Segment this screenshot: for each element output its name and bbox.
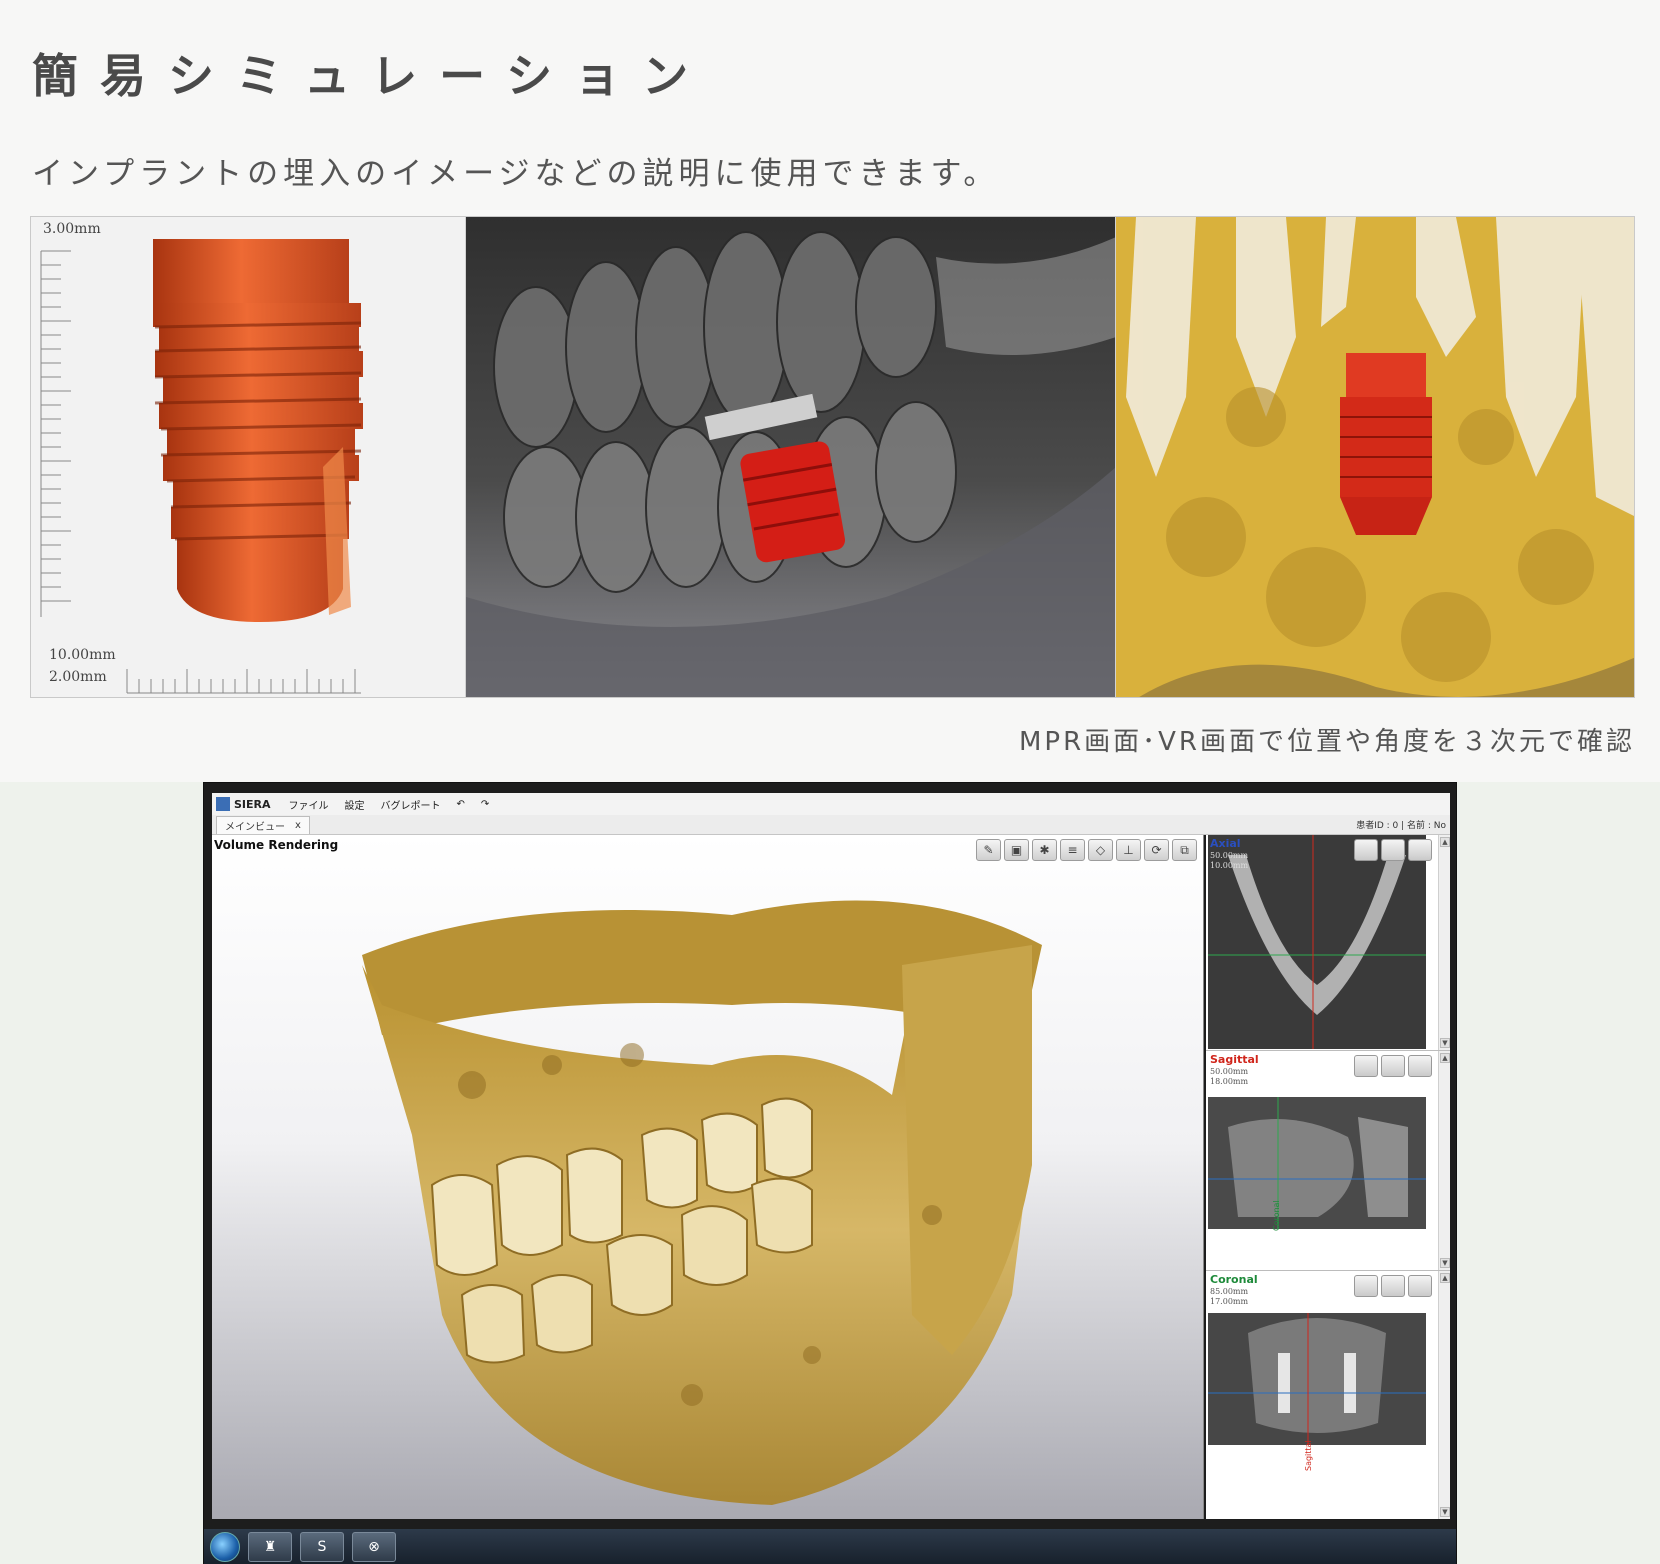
scale-bottom-label-2: 2.00mm <box>49 669 107 685</box>
coronal-line2: 17.00mm <box>1210 1297 1249 1306</box>
coronal-tool-1-icon[interactable] <box>1354 1275 1378 1297</box>
vr-bone-illustration <box>1116 217 1634 697</box>
tab-bar: メインビュー x 患者ID : 0 | 名前 : No <box>212 815 1450 835</box>
siera-app-icon[interactable]: S <box>300 1532 344 1562</box>
sagittal-tool-2-icon[interactable] <box>1381 1055 1405 1077</box>
volume-rendering-viewport[interactable]: Volume Rendering ✎ ▣ ✱ ≡ ◇ ⊥ ⟳ ⧉ <box>212 835 1204 1519</box>
tab-main-view-label: メインビュー <box>225 821 285 833</box>
sagittal-tool-3-icon[interactable] <box>1408 1055 1432 1077</box>
coronal-image <box>1208 1313 1426 1445</box>
coronal-sagittal-axis-label: Sagittal <box>1304 1440 1313 1471</box>
axial-line1: 50.00mm <box>1210 851 1249 860</box>
coronal-view[interactable]: Coronal 85.00mm 17.00mm Sagittal ▲ ▼ <box>1206 1271 1450 1519</box>
simulation-image-strip: 3.00mm 10.00mm 2.00mm <box>30 216 1635 698</box>
scroll-down-icon[interactable]: ▼ <box>1440 1038 1450 1048</box>
page-subtitle: インプラントの埋入のイメージなどの説明に使用できます。 <box>32 156 1000 192</box>
implant-model-illustration <box>40 239 363 694</box>
start-button-icon[interactable] <box>210 1532 240 1562</box>
app-logo-icon <box>216 797 230 811</box>
sagittal-slice-illustration <box>1208 1097 1426 1229</box>
undo-icon[interactable]: ↶ <box>457 799 465 810</box>
sagittal-coronal-axis-label: Coronal <box>1272 1200 1281 1231</box>
scroll-down-icon[interactable]: ▼ <box>1440 1507 1450 1517</box>
axial-tool-1-icon[interactable] <box>1354 839 1378 861</box>
mpr-side-panel: Axial 50.00mm 10.00mm ▲ ▼ Sagittal 50.00… <box>1206 835 1450 1519</box>
app-name: SIERA <box>234 797 271 811</box>
strip-caption: MPR画面･VR画面で位置や角度を３次元で確認 <box>1018 727 1635 757</box>
implant-model-panel: 3.00mm 10.00mm 2.00mm <box>31 217 466 697</box>
coronal-scrollbar[interactable]: ▲ ▼ <box>1438 1271 1450 1519</box>
scroll-up-icon[interactable]: ▲ <box>1440 1053 1450 1063</box>
tab-close-icon[interactable]: x <box>295 820 301 831</box>
xray-volume-panel <box>466 217 1116 697</box>
sagittal-line1: 50.00mm <box>1210 1067 1249 1076</box>
coronal-tool-2-icon[interactable] <box>1381 1275 1405 1297</box>
axial-scrollbar[interactable]: ▲ ▼ <box>1438 835 1450 1050</box>
tooth-app-icon[interactable]: ♜ <box>248 1532 292 1562</box>
siera-software-window: SIERA ファイル 設定 バグレポート ↶ ↷ メインビュー x 患者ID :… <box>203 782 1457 1564</box>
axial-title: Axial <box>1210 837 1241 850</box>
sagittal-title: Sagittal <box>1210 1053 1259 1066</box>
os-taskbar: ♜ S ⊗ <box>204 1529 1456 1564</box>
skull-3d-render <box>362 900 1042 1505</box>
redo-icon[interactable]: ↷ <box>481 799 489 810</box>
menu-bar: SIERA ファイル 設定 バグレポート ↶ ↷ <box>212 793 1450 815</box>
coronal-tool-3-icon[interactable] <box>1408 1275 1432 1297</box>
sagittal-tool-1-icon[interactable] <box>1354 1055 1378 1077</box>
coronal-line1: 85.00mm <box>1210 1287 1249 1296</box>
sagittal-line2: 18.00mm <box>1210 1077 1249 1086</box>
axial-tool-3-icon[interactable] <box>1408 839 1432 861</box>
menu-file[interactable]: ファイル <box>289 797 329 812</box>
sagittal-image <box>1208 1097 1426 1229</box>
sagittal-toolbar <box>1354 1055 1432 1077</box>
menu-bug-report[interactable]: バグレポート <box>381 797 441 812</box>
coronal-toolbar <box>1354 1275 1432 1297</box>
axial-tool-2-icon[interactable] <box>1381 839 1405 861</box>
coronal-slice-illustration <box>1208 1313 1426 1445</box>
media-app-icon[interactable]: ⊗ <box>352 1532 396 1562</box>
coronal-title: Coronal <box>1210 1273 1258 1286</box>
menu-settings[interactable]: 設定 <box>345 797 365 812</box>
axial-toolbar <box>1354 839 1432 861</box>
scale-bottom-label-1: 10.00mm <box>49 647 116 663</box>
xray-jaw-illustration <box>466 231 1115 697</box>
axial-view[interactable]: Axial 50.00mm 10.00mm ▲ ▼ <box>1206 835 1450 1051</box>
scroll-up-icon[interactable]: ▲ <box>1440 837 1450 847</box>
axial-line2: 10.00mm <box>1210 861 1249 870</box>
vr-bone-panel <box>1116 217 1634 697</box>
scroll-down-icon[interactable]: ▼ <box>1440 1258 1450 1268</box>
tab-main-view[interactable]: メインビュー x <box>216 815 310 834</box>
sagittal-view[interactable]: Sagittal 50.00mm 18.00mm Coronal ▲ ▼ <box>1206 1051 1450 1271</box>
patient-info: 患者ID : 0 | 名前 : No <box>1356 821 1446 831</box>
scroll-up-icon[interactable]: ▲ <box>1440 1273 1450 1283</box>
sagittal-scrollbar[interactable]: ▲ ▼ <box>1438 1051 1450 1270</box>
page-title: 簡易シミュレーション <box>32 49 711 103</box>
